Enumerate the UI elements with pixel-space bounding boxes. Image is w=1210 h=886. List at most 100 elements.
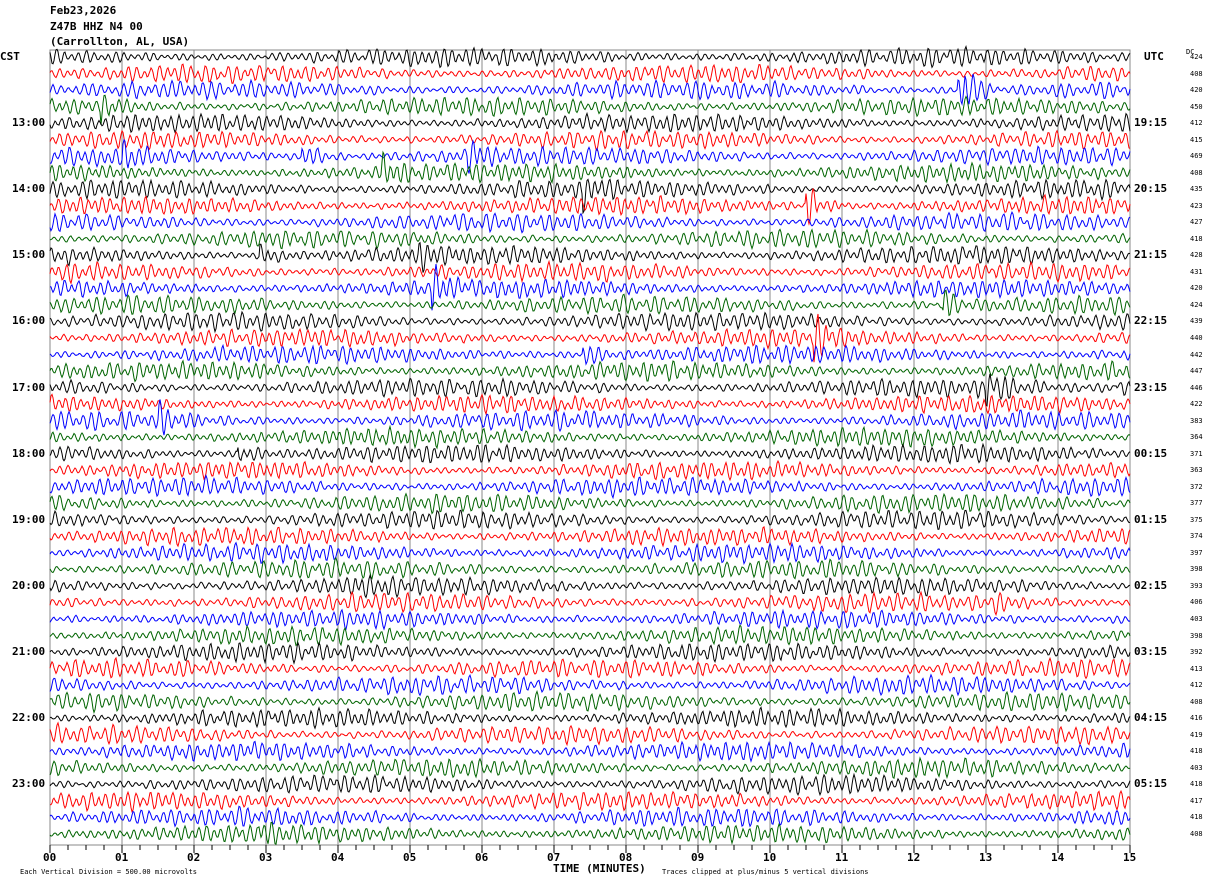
dc-value: 371 (1190, 449, 1203, 458)
dc-value: 363 (1190, 466, 1203, 475)
dc-value: 418 (1190, 780, 1203, 789)
x-tick-label: 00 (43, 851, 57, 864)
dc-value: 377 (1190, 499, 1203, 508)
dc-value: 412 (1190, 119, 1203, 128)
dc-value: 398 (1190, 631, 1203, 640)
trace-line (49, 424, 1131, 450)
dc-value: 450 (1190, 102, 1203, 111)
dc-value: 372 (1190, 482, 1203, 491)
x-tick-label: 11 (835, 851, 849, 864)
trace-line (49, 573, 1131, 599)
trace-line (49, 821, 1131, 846)
trace-line (49, 474, 1131, 500)
right-hour-label: 23:15 (1134, 380, 1168, 394)
trace-line (49, 111, 1131, 134)
trace-line (49, 624, 1131, 647)
trace-line (49, 509, 1131, 530)
clip-note: Traces clipped at plus/minus 5 vertical … (662, 868, 869, 876)
scale-note: Each Vertical Division = 500.00 microvol… (20, 868, 198, 876)
trace-line (49, 63, 1131, 84)
dc-value: 418 (1190, 234, 1203, 243)
dc-value: 440 (1190, 334, 1203, 342)
left-hour-label: 15:00 (12, 248, 46, 262)
trace-line (49, 393, 1131, 416)
trace-line (49, 656, 1131, 680)
dc-value: 408 (1190, 168, 1203, 177)
trace-line (49, 789, 1131, 813)
trace-line (49, 740, 1131, 763)
x-tick-label: 06 (475, 851, 489, 864)
trace-line (49, 492, 1131, 515)
x-tick-label: 01 (115, 851, 129, 864)
trace-line (49, 608, 1131, 631)
dc-value: 439 (1190, 317, 1203, 326)
dc-value: 413 (1190, 664, 1203, 673)
dc-value: 383 (1190, 416, 1203, 425)
right-hour-label: 22:15 (1134, 314, 1168, 328)
trace-line (49, 150, 1131, 185)
dc-value: 435 (1190, 185, 1203, 194)
left-hour-label: 19:00 (12, 512, 46, 526)
dc-value: 447 (1190, 367, 1203, 376)
trace-line (49, 525, 1131, 548)
dc-value: 431 (1190, 267, 1203, 276)
dc-value: 403 (1190, 615, 1203, 624)
trace-line (49, 673, 1131, 697)
left-hour-label: 18:00 (12, 446, 46, 460)
x-axis-label: TIME (MINUTES) (553, 862, 646, 875)
dc-value: 418 (1190, 813, 1203, 822)
seismogram-plot (49, 45, 1131, 853)
trace-line (49, 442, 1131, 465)
dc-value: 420 (1190, 86, 1203, 95)
dc-value: 408 (1190, 69, 1203, 78)
trace-line (49, 556, 1131, 580)
dc-value: 428 (1190, 251, 1203, 260)
x-tick-label: 04 (331, 851, 345, 864)
right-hour-label: 00:15 (1134, 446, 1168, 460)
trace-line (49, 343, 1131, 366)
dc-value: 406 (1190, 598, 1203, 607)
dc-value: 420 (1190, 284, 1203, 293)
dc-value: 423 (1190, 201, 1203, 210)
left-hour-label: 21:00 (12, 645, 46, 659)
x-tick-label: 14 (1051, 851, 1065, 864)
x-tick-label: 02 (187, 851, 201, 864)
right-hour-label: 04:15 (1134, 711, 1168, 725)
trace-line (49, 289, 1131, 317)
left-hour-label: 20:00 (12, 578, 46, 592)
dc-value: 398 (1190, 565, 1203, 574)
x-tick-label: 09 (691, 851, 705, 864)
dc-value: 415 (1190, 135, 1203, 144)
trace-line (49, 129, 1131, 152)
dc-value: 416 (1190, 714, 1203, 723)
trace-line (49, 706, 1131, 730)
dc-value: 419 (1190, 730, 1203, 739)
right-hour-label: 05:15 (1134, 777, 1168, 791)
dc-value: 375 (1190, 515, 1203, 524)
trace-line (49, 73, 1131, 106)
x-tick-label: 05 (403, 851, 417, 864)
right-hour-label: 03:15 (1134, 645, 1168, 659)
dc-value: 364 (1190, 433, 1203, 442)
dc-value: 427 (1190, 218, 1203, 227)
x-tick-label: 15 (1123, 851, 1137, 864)
trace-line (49, 541, 1131, 565)
dc-value: 408 (1190, 697, 1203, 706)
left-hour-label: 14:00 (12, 182, 46, 196)
trace-line (49, 211, 1131, 234)
dc-value: 397 (1190, 548, 1203, 557)
dc-value: 403 (1190, 763, 1203, 772)
right-hour-label: 01:15 (1134, 512, 1168, 526)
dc-value: 442 (1190, 350, 1203, 359)
trace-line (49, 772, 1131, 797)
trace-line (49, 641, 1131, 665)
dc-value: 393 (1190, 581, 1203, 590)
dc-value: 392 (1190, 648, 1203, 657)
trace-line (49, 805, 1131, 828)
trace-line (49, 259, 1131, 285)
dc-value: 417 (1190, 796, 1203, 805)
x-tick-label: 03 (259, 851, 273, 864)
trace-line (49, 228, 1131, 251)
trace-line (49, 689, 1131, 715)
right-hour-label: 21:15 (1134, 248, 1168, 262)
